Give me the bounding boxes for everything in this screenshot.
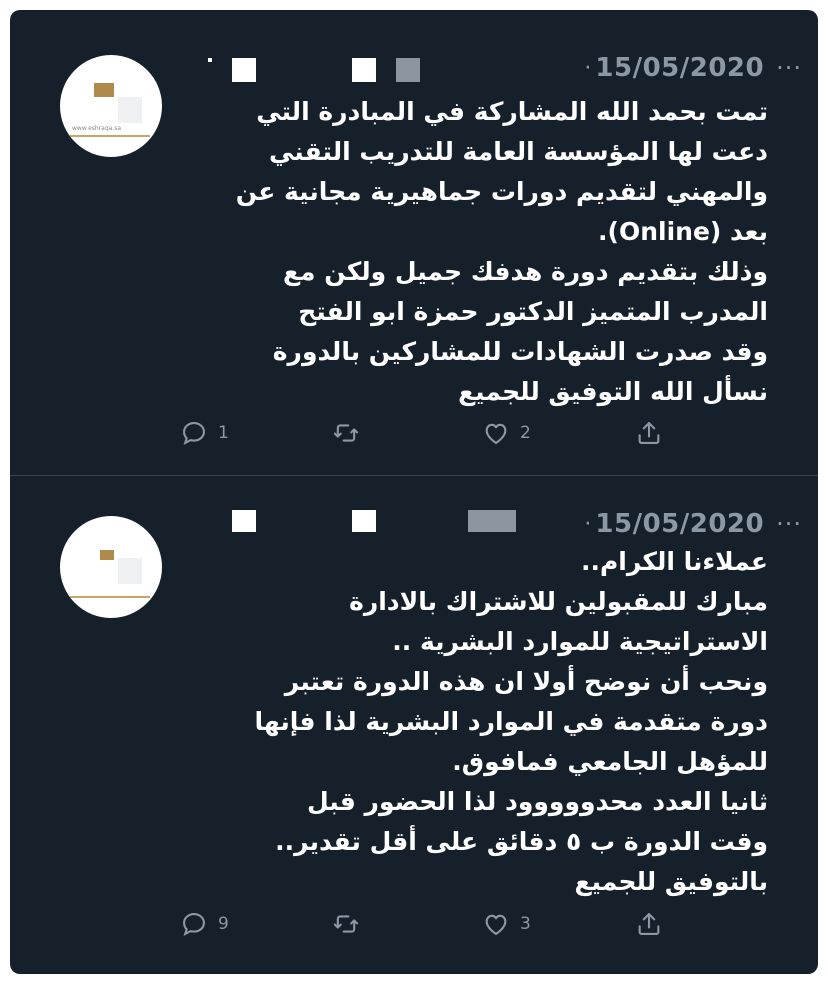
reply-icon [183, 422, 205, 445]
tweet-1[interactable]: www.eshraqa.sa · 15/05/2020 ··· تمت بحمد… [10, 10, 818, 475]
redacted-name-fragment [208, 58, 212, 62]
reply-count: 1 [218, 423, 229, 443]
retweet-icon [333, 915, 359, 933]
tweet-line: ثانيا العدد محدووووود لذا الحضور قبل [306, 787, 768, 816]
tweet-text: عملاءنا الكرام.. مبارك للمقبولين للاشترا… [158, 542, 768, 902]
tweet-meta: · 15/05/2020 ··· [584, 53, 802, 83]
like-icon [485, 423, 507, 444]
tweet-line: بالتوفيق للجميع [574, 867, 768, 896]
share-button[interactable] [635, 419, 663, 447]
tweet-actions: 1 2 [180, 419, 700, 451]
reply-icon [183, 913, 205, 936]
redacted-name-block [232, 510, 256, 532]
tweet-date[interactable]: 15/05/2020 [595, 509, 764, 539]
tweet-line: للمؤهل الجامعي فمافوق. [452, 747, 768, 776]
logo-underline [70, 596, 150, 598]
redacted-name-block [232, 58, 256, 82]
tweet-actions: 9 3 [180, 910, 700, 942]
tweet-2[interactable]: · 15/05/2020 ··· عملاءنا الكرام.. مبارك … [10, 476, 818, 974]
like-count: 2 [520, 423, 531, 443]
logo-underline [70, 135, 150, 137]
tweet-line: وقت الدورة ب ٥ دقائق على أقل تقدير.. [275, 827, 768, 856]
avatar[interactable]: www.eshraqa.sa [60, 55, 162, 157]
redacted-handle-block [396, 58, 420, 82]
tweet-line: الاستراتيجية للموارد البشرية .. [392, 627, 768, 656]
tweet-line: دورة متقدمة في الموارد البشرية لذا فإنها [254, 707, 768, 736]
redacted-logo-area [118, 97, 142, 123]
avatar-url-text: www.eshraqa.sa [72, 125, 122, 132]
like-button[interactable]: 2 [482, 419, 531, 447]
tweet-screenshot-frame: www.eshraqa.sa · 15/05/2020 ··· تمت بحمد… [10, 10, 818, 974]
tweet-line: بعد (Online). [598, 217, 768, 246]
like-icon [485, 914, 507, 935]
like-button[interactable]: 3 [482, 910, 531, 938]
more-icon[interactable]: ··· [776, 54, 802, 82]
tweet-text: تمت بحمد الله المشاركة في المبادرة التي … [158, 92, 768, 412]
reply-button[interactable]: 1 [180, 419, 229, 447]
tweet-line: عملاءنا الكرام.. [580, 547, 768, 576]
tweet-date[interactable]: 15/05/2020 [595, 53, 764, 83]
logo-mark [100, 550, 114, 560]
meta-separator: · [584, 55, 592, 81]
redacted-name-block [352, 58, 376, 82]
redacted-handle-block [468, 510, 516, 532]
redacted-name-block [352, 510, 376, 532]
reply-count: 9 [218, 914, 229, 934]
tweet-line: مبارك للمقبولين للاشتراك بالادارة [349, 587, 768, 616]
share-icon [638, 422, 660, 444]
tweet-line: وقد صدرت الشهادات للمشاركين بالدورة [272, 337, 768, 366]
tweet-line: ونحب أن نوضح أولا ان هذه الدورة تعتبر [284, 667, 768, 696]
reply-button[interactable]: 9 [180, 910, 229, 938]
tweet-line: والمهني لتقديم دورات جماهيرية مجانية عن [235, 177, 768, 206]
tweet-line: دعت لها المؤسسة العامة للتدريب التقني [269, 137, 768, 166]
like-count: 3 [520, 914, 531, 934]
more-icon[interactable]: ··· [776, 510, 802, 538]
avatar[interactable] [60, 516, 162, 618]
meta-separator: · [584, 511, 592, 537]
tweet-meta: · 15/05/2020 ··· [584, 509, 802, 539]
share-button[interactable] [635, 910, 663, 938]
tweet-line: تمت بحمد الله المشاركة في المبادرة التي [256, 97, 768, 126]
redacted-logo-area [118, 558, 142, 584]
tweet-line: وذلك بتقديم دورة هدفك جميل ولكن مع [282, 257, 768, 286]
retweet-button[interactable] [332, 910, 370, 938]
retweet-button[interactable] [332, 419, 370, 447]
tweet-line: المدرب المتميز الدكتور حمزة ابو الفتح [298, 297, 768, 326]
logo-mark [94, 83, 114, 97]
share-icon [638, 913, 660, 935]
tweet-line: نسأل الله التوفيق للجميع [458, 377, 768, 406]
retweet-icon [333, 424, 359, 442]
